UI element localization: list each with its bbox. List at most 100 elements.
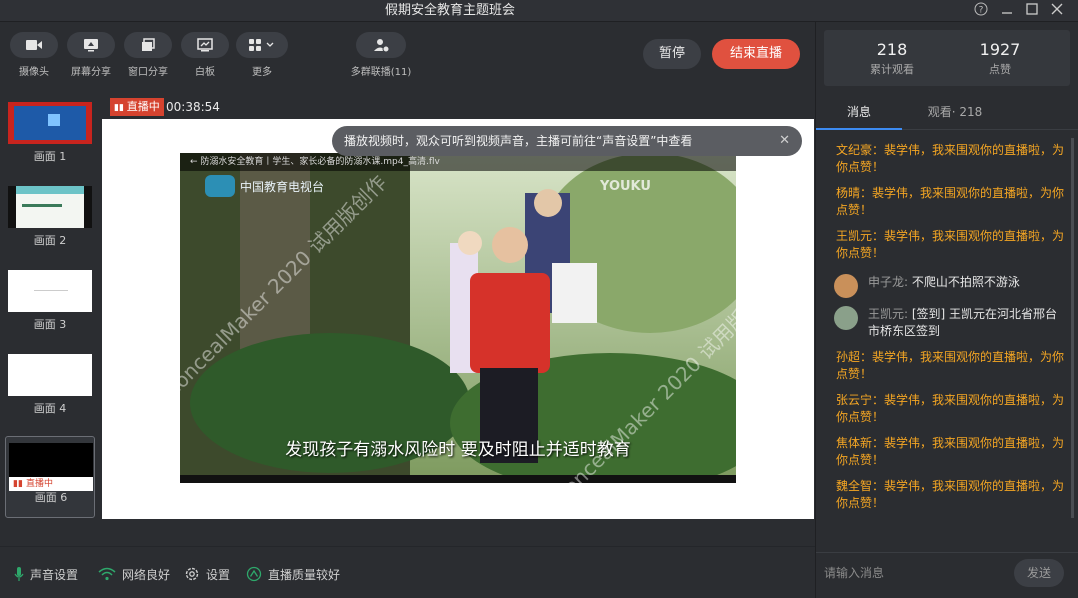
scene-item-1[interactable]: 画面 1 <box>5 96 95 178</box>
scene-thumbnail <box>8 102 92 144</box>
close-icon[interactable] <box>1048 2 1066 20</box>
video-title: 防溺水安全教育丨学生、家长必备的防溺水课.mp4_高清.flv <box>200 157 440 167</box>
broadcast-canvas: 中国教育电视台 ← 防溺水安全教育丨学生、家长必备的防溺水课.mp4_高清.fl… <box>102 119 814 519</box>
list-item: 孙超：裴学伟，我来围观你的直播啦，为你点赞！ <box>836 350 1065 381</box>
likes-count: 1927 <box>979 40 1021 59</box>
back-arrow-icon[interactable]: ← <box>190 157 200 167</box>
title-bar: 假期安全教育主题班会 ? <box>0 0 1078 22</box>
scene-name: 画面 2 <box>33 234 67 247</box>
toolbar: 摄像头 屏幕分享 窗口分享 白板 更多 多群联播(11) 暂停 结束直播 <box>0 22 815 88</box>
multi-group-button[interactable]: 多群联播(11) <box>342 32 420 78</box>
whiteboard-button[interactable]: 白板 <box>177 32 233 78</box>
scene-name: 画面 6 <box>34 491 68 504</box>
live-stage: ▮▮ 直播中 00:38:54 中国教育电视台 ← 防溺水安全教育丨学生、家长必… <box>102 92 814 546</box>
camera-button[interactable]: 摄像头 <box>6 32 62 78</box>
more-button[interactable]: 更多 <box>234 32 290 78</box>
message-user: 王凯元: <box>868 307 909 321</box>
camera-label: 摄像头 <box>19 67 49 78</box>
live-studio-window: 假期安全教育主题班会 ? 摄像头 屏幕分享 窗口分享 白板 更多 多群联播(11… <box>0 0 1078 598</box>
maximize-icon[interactable] <box>1023 2 1041 20</box>
scene-name: 画面 3 <box>33 318 67 331</box>
panel-tabs: 消息 观看· 218 <box>816 96 1078 130</box>
camera-icon <box>10 32 58 58</box>
screen-share-button[interactable]: 屏幕分享 <box>63 32 119 78</box>
interaction-panel: 218 累计观看 1927 点赞 消息 观看· 218 文纪豪：裴学伟，我来围观… <box>815 22 1078 598</box>
multi-group-label: 多群联播(11) <box>350 67 412 78</box>
total-views-stat: 218 累计观看 <box>842 40 942 77</box>
pause-button[interactable]: 暂停 <box>643 39 701 69</box>
video-player[interactable]: 中国教育电视台 ← 防溺水安全教育丨学生、家长必备的防溺水课.mp4_高清.fl… <box>180 153 736 483</box>
whiteboard-icon <box>181 32 229 58</box>
list-item: 焦体新：裴学伟，我来围观你的直播啦，为你点赞！ <box>836 436 1065 467</box>
live-quality-status: 直播质量较好 <box>246 565 340 583</box>
chat-input-row: 发送 <box>816 552 1078 598</box>
scene-item-3[interactable]: 画面 3 <box>5 264 95 346</box>
scene-item-2[interactable]: 画面 2 <box>5 180 95 262</box>
likes-stat: 1927 点赞 <box>950 40 1050 77</box>
list-item: 杨晴：裴学伟，我来围观你的直播啦，为你点赞！ <box>836 186 1065 217</box>
scene-item-4[interactable]: 画面 4 <box>5 348 95 430</box>
multi-group-icon <box>356 32 406 58</box>
live-quality-label: 直播质量较好 <box>268 567 341 582</box>
list-item: 申子龙: 不爬山不拍照不游泳 <box>834 274 1058 298</box>
minimize-icon[interactable] <box>998 2 1016 20</box>
message-text: 不爬山不拍照不游泳 <box>908 275 1020 289</box>
video-subtitle: 发现孩子有溺水风险时 要及时阻止并适时教育 <box>285 440 631 460</box>
scene-list: 画面 1 画面 2 画面 3 画面 4 ▮▮ 直播中 画面 6 <box>0 88 100 546</box>
message-input[interactable] <box>824 563 1004 583</box>
video-frame: 中国教育电视台 <box>180 153 736 483</box>
screen-share-label: 屏幕分享 <box>71 67 111 78</box>
likes-label: 点赞 <box>989 63 1011 76</box>
scene-thumbnail <box>8 186 92 228</box>
svg-text:?: ? <box>979 6 984 16</box>
total-views-count: 218 <box>876 40 908 59</box>
grid-icon <box>236 32 288 58</box>
svg-text:中国教育电视台: 中国教育电视台 <box>240 179 324 194</box>
list-item: 张云宁：裴学伟，我来围观你的直播啦，为你点赞！ <box>836 393 1065 424</box>
toast-text: 播放视频时，观众可听到视频声音，主播可前往“声音设置”中查看 <box>344 134 693 148</box>
sound-settings-label: 声音设置 <box>30 567 79 582</box>
status-bar: 声音设置 网络良好 设置 直播质量较好 <box>0 546 815 598</box>
network-status: 网络良好 <box>98 565 170 583</box>
gear-icon <box>185 567 199 581</box>
video-logo: YOUKU <box>600 179 651 194</box>
message-user: 申子龙: <box>868 275 909 289</box>
live-status-badge: ▮▮ 直播中 <box>110 98 164 116</box>
close-icon[interactable]: ✕ <box>779 126 790 156</box>
list-item: 魏全智：裴学伟，我来围观你的直播啦，为你点赞！ <box>836 479 1065 510</box>
audio-hint-toast: 播放视频时，观众可听到视频声音，主播可前往“声音设置”中查看 ✕ <box>332 126 802 156</box>
scene-name: 画面 4 <box>33 402 67 415</box>
window-share-button[interactable]: 窗口分享 <box>120 32 176 78</box>
tab-messages[interactable]: 消息 <box>816 100 902 130</box>
help-icon[interactable]: ? <box>972 2 990 20</box>
message-list: 文纪豪：裴学伟，我来围观你的直播啦，为你点赞！ 杨晴：裴学伟，我来围观你的直播啦… <box>816 138 1071 528</box>
settings-button[interactable]: 设置 <box>184 565 230 583</box>
list-item: 文纪豪：裴学伟，我来围观你的直播啦，为你点赞！ <box>836 143 1065 174</box>
total-views-label: 累计观看 <box>870 63 914 76</box>
end-live-button[interactable]: 结束直播 <box>712 39 800 69</box>
send-button[interactable]: 发送 <box>1014 559 1064 587</box>
video-bottom-bar <box>180 475 736 483</box>
sound-settings-button[interactable]: 声音设置 <box>14 565 78 583</box>
scene-name: 画面 1 <box>33 150 67 163</box>
tab-viewers[interactable]: 观看· 218 <box>910 100 1000 130</box>
settings-label: 设置 <box>206 567 231 582</box>
list-item: 王凯元: [签到] 王凯元在河北省邢台市桥东区签到 <box>834 306 1058 340</box>
window-title: 假期安全教育主题班会 <box>384 3 515 18</box>
live-duration: 00:38:54 <box>166 100 220 114</box>
window-share-label: 窗口分享 <box>128 67 168 78</box>
stats-card: 218 累计观看 1927 点赞 <box>824 30 1070 86</box>
scene-thumbnail <box>8 270 92 312</box>
scene-thumbnail <box>8 354 92 396</box>
scene-thumbnail: ▮▮ 直播中 <box>9 443 93 491</box>
more-label: 更多 <box>252 67 272 78</box>
quality-icon <box>246 566 262 582</box>
network-status-label: 网络良好 <box>122 567 171 582</box>
scene-item-6[interactable]: ▮▮ 直播中 画面 6 <box>5 436 95 518</box>
whiteboard-label: 白板 <box>195 67 215 78</box>
list-item: 王凯元：裴学伟，我来围观你的直播啦，为你点赞！ <box>836 229 1065 260</box>
avatar <box>834 274 858 298</box>
avatar <box>834 306 858 330</box>
message-scrollbar[interactable] <box>1071 138 1074 518</box>
wifi-icon <box>98 567 116 581</box>
